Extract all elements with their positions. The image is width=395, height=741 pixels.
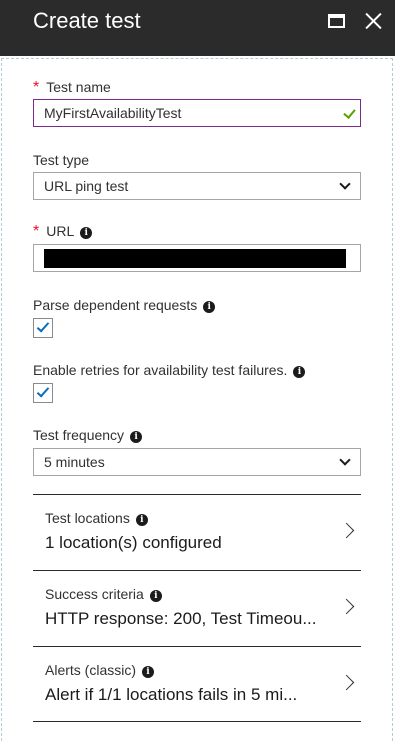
test-name-input[interactable]: MyFirstAvailabilityTest — [33, 99, 361, 127]
required-marker: * — [33, 79, 40, 96]
test-type-label: Test type — [33, 152, 90, 168]
success-criteria-item[interactable]: Success criteria i HTTP response: 200, Te… — [33, 571, 361, 645]
chevron-right-icon — [338, 674, 355, 691]
test-frequency-label: Test frequency i — [33, 426, 143, 444]
info-icon[interactable]: i — [135, 514, 148, 526]
test-locations-value: 1 location(s) configured — [45, 533, 222, 552]
info-icon[interactable]: i — [149, 590, 162, 602]
divider — [33, 721, 361, 722]
chevron-right-icon — [338, 598, 355, 615]
maximize-button[interactable] — [326, 11, 348, 31]
test-locations-item[interactable]: Test locations i 1 location(s) configured — [33, 495, 361, 569]
url-input[interactable] — [33, 244, 361, 272]
test-type-select[interactable]: URL ping test — [33, 172, 361, 200]
success-criteria-value: HTTP response: 200, Test Timeou... — [45, 609, 317, 628]
valid-check-icon — [343, 106, 356, 119]
redacted-url-block — [44, 249, 346, 268]
checkmark-icon — [36, 319, 50, 333]
info-icon[interactable]: i — [203, 301, 216, 313]
alerts-item[interactable]: Alerts (classic) i Alert if 1/1 locations… — [33, 647, 361, 721]
page-title: Create test — [33, 8, 141, 33]
url-label: * URL i — [33, 222, 93, 241]
info-icon[interactable]: i — [142, 666, 155, 678]
enable-retries-label: Enable retries for availability test fai… — [33, 361, 306, 379]
test-frequency-select[interactable]: 5 minutes — [33, 448, 361, 476]
parse-dependent-checkbox[interactable] — [33, 318, 53, 338]
blade-header: Create test — [0, 0, 395, 56]
test-name-label: * Test name — [33, 79, 111, 96]
chevron-down-icon — [339, 454, 351, 466]
close-button[interactable] — [362, 11, 384, 31]
chevron-down-icon — [339, 178, 351, 190]
maximize-icon — [328, 14, 345, 28]
info-icon[interactable]: i — [80, 227, 93, 239]
chevron-right-icon — [338, 522, 355, 539]
alerts-value: Alert if 1/1 locations fails in 5 mi... — [45, 685, 298, 704]
parse-dependent-label: Parse dependent requests i — [33, 296, 216, 314]
required-marker: * — [33, 223, 40, 240]
info-icon[interactable]: i — [293, 366, 306, 378]
checkmark-icon — [36, 384, 50, 398]
info-icon[interactable]: i — [130, 431, 143, 443]
enable-retries-checkbox[interactable] — [33, 383, 53, 403]
